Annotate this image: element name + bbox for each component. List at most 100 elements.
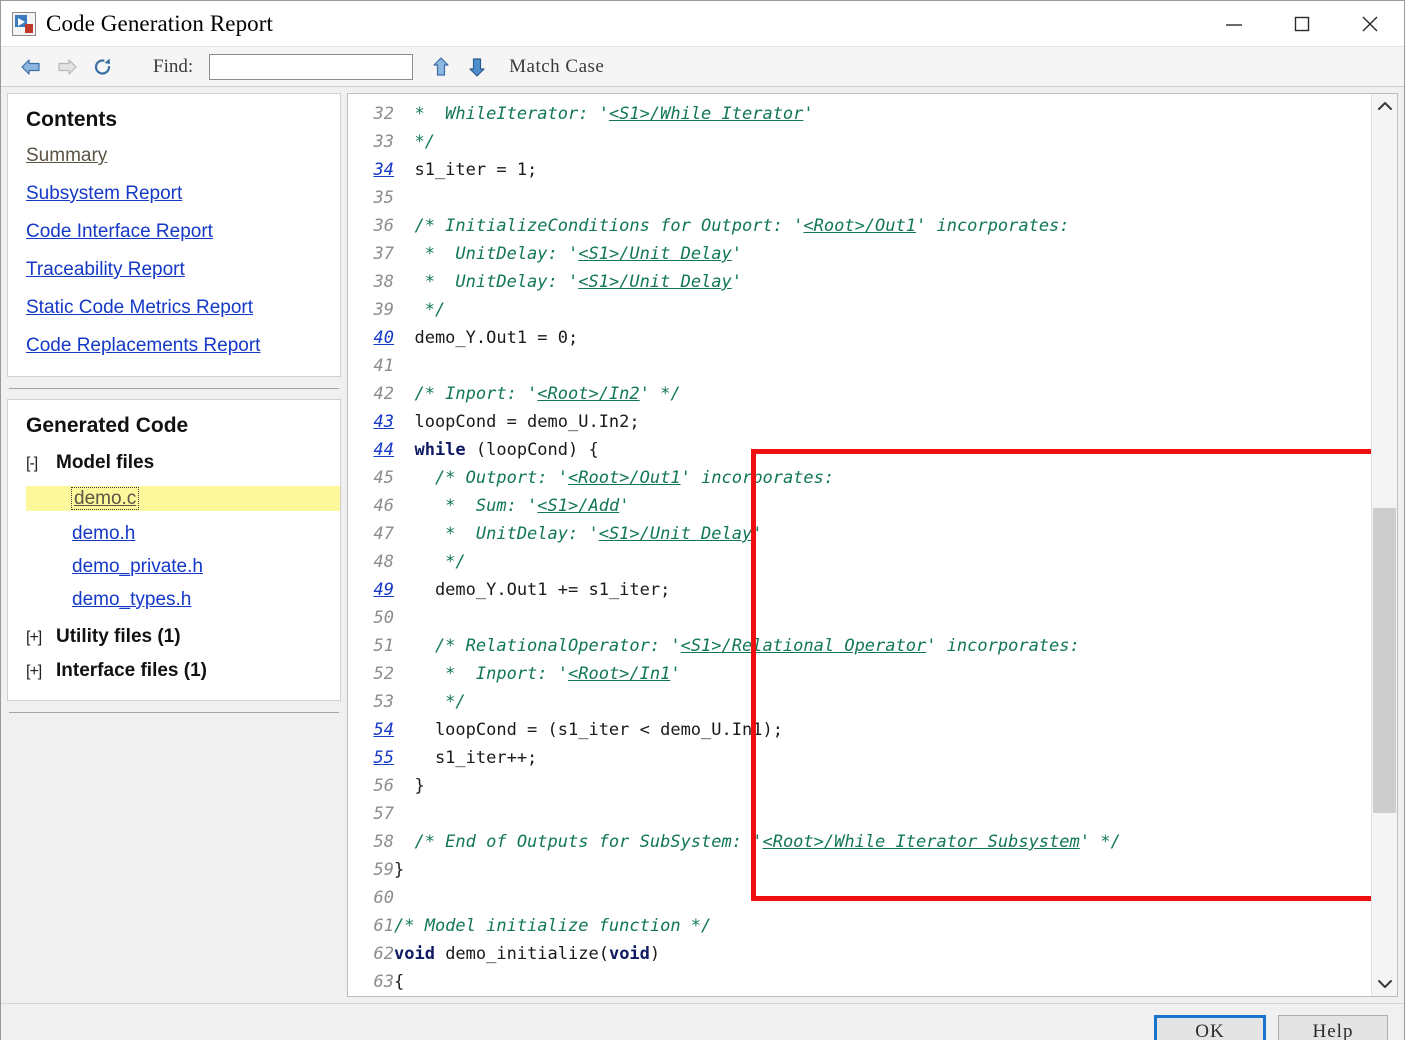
code-line-text: { (394, 968, 1371, 996)
comment-text: */ (394, 692, 466, 712)
maximize-icon[interactable] (1268, 1, 1336, 47)
file-link[interactable]: demo_private.h (72, 557, 203, 576)
help-button[interactable]: Help (1278, 1014, 1388, 1040)
code-line: 45 /* Outport: '<Root>/Out1' incorporate… (348, 464, 1371, 492)
line-number-link[interactable]: 55 (348, 744, 394, 772)
contents-link-list: Summary Subsystem Report Code Interface … (26, 146, 322, 356)
chevron-up-icon[interactable] (1372, 94, 1397, 118)
link-code-interface-report[interactable]: Code Interface Report (26, 222, 213, 241)
link-traceability-report[interactable]: Traceability Report (26, 260, 185, 279)
code-scroll-area[interactable]: 32 * WhileIterator: '<S1>/While Iterator… (348, 94, 1371, 996)
tree-item-demo-private-h[interactable]: demo_private.h (72, 557, 322, 577)
link-summary[interactable]: Summary (26, 146, 107, 165)
code-line-text: } (394, 772, 1371, 800)
block-path-link[interactable]: <S1>/Relational Operator (681, 636, 927, 656)
line-number: 51 (373, 636, 394, 656)
comment-text: /* Model initialize function */ (394, 916, 712, 936)
link-static-code-metrics-report[interactable]: Static Code Metrics Report (26, 298, 253, 317)
code-line-text: * UnitDelay: '<S1>/Unit Delay' (394, 268, 1371, 296)
tree-item-demo-h[interactable]: demo.h (72, 524, 322, 544)
search-input[interactable] (209, 53, 414, 80)
refresh-icon[interactable] (85, 52, 121, 82)
comment-text: ' (803, 104, 814, 124)
comment-text: * UnitDelay: ' (394, 524, 599, 544)
toolbar: Find: Match Case (1, 47, 1404, 87)
code-line: 62 void demo_initialize(void) (348, 940, 1371, 968)
arrow-down-icon[interactable] (459, 52, 495, 82)
line-number-link[interactable]: 49 (348, 576, 394, 604)
block-path-link[interactable]: <Root>/In2 (537, 384, 639, 404)
tree-item-demo-c[interactable]: demo.c (26, 486, 340, 511)
code-line: 57 (348, 800, 1371, 828)
line-number: 33 (373, 132, 394, 152)
block-path-link[interactable]: <S1>/Unit Delay (599, 524, 753, 544)
code-line: 60 (348, 884, 1371, 912)
tree-node-model-files[interactable]: [-] Model files (26, 452, 322, 474)
block-path-link[interactable]: <S1>/While Iterator (609, 104, 803, 124)
list-item: Traceability Report (26, 260, 322, 280)
link-subsystem-report[interactable]: Subsystem Report (26, 184, 182, 203)
keyword-token: while (394, 440, 466, 460)
comment-text: ' */ (639, 384, 681, 404)
vertical-scrollbar[interactable] (1371, 94, 1397, 996)
expand-toggle-icon[interactable]: [+] (26, 629, 56, 647)
line-number: 45 (373, 468, 394, 488)
arrow-up-icon[interactable] (423, 52, 459, 82)
tree-node-interface-files[interactable]: [+] Interface files (1) (26, 660, 322, 682)
line-number-link[interactable]: 43 (348, 408, 394, 436)
code-line: 63{ (348, 968, 1371, 996)
comment-text: ' */ (1079, 832, 1121, 852)
file-tree: [-] Model files demo.c demo.h demo_priva… (26, 452, 340, 682)
chevron-down-icon[interactable] (1372, 972, 1397, 996)
list-item: Subsystem Report (26, 184, 322, 204)
minimize-icon[interactable] (1200, 1, 1268, 47)
block-path-link[interactable]: <Root>/Out1 (803, 216, 916, 236)
forward-arrow-icon (49, 52, 85, 82)
code-token: s1_iter = 1; (394, 160, 538, 180)
line-number-link[interactable]: 40 (348, 324, 394, 352)
code-token: (loopCond) { (465, 440, 599, 460)
match-case-label[interactable]: Match Case (509, 56, 604, 78)
close-icon[interactable] (1336, 1, 1404, 47)
back-arrow-icon[interactable] (13, 52, 49, 82)
file-link[interactable]: demo.h (72, 524, 135, 543)
block-path-link[interactable]: <S1>/Add (537, 496, 619, 516)
line-number-link[interactable]: 54 (348, 716, 394, 744)
comment-text: * UnitDelay: ' (394, 244, 579, 264)
code-token: demo_initialize( (434, 944, 609, 964)
file-link[interactable]: demo_types.h (72, 590, 191, 609)
block-path-link[interactable]: <Root>/Out1 (568, 468, 681, 488)
line-number: 42 (373, 384, 394, 404)
block-path-link[interactable]: <Root>/While Iterator Subsystem (762, 832, 1079, 852)
line-number: 32 (373, 104, 394, 124)
ok-button[interactable]: OK (1154, 1014, 1266, 1040)
code-line-text: * UnitDelay: '<S1>/Unit Delay' (394, 520, 1371, 548)
line-number-link[interactable]: 44 (348, 436, 394, 464)
link-code-replacements-report[interactable]: Code Replacements Report (26, 336, 260, 355)
block-path-link[interactable]: <S1>/Unit Delay (578, 272, 732, 292)
contents-title: Contents (26, 108, 117, 131)
line-number: 41 (373, 356, 394, 376)
block-path-link[interactable]: <S1>/Unit Delay (578, 244, 732, 264)
window-controls (1200, 1, 1404, 47)
line-number: 46 (373, 496, 394, 516)
expand-toggle-icon[interactable]: [+] (26, 663, 56, 681)
code-line-text: } (394, 856, 1371, 884)
scrollbar-thumb[interactable] (1373, 508, 1396, 813)
contents-panel: Contents Summary Subsystem Report Code I… (7, 93, 341, 377)
collapse-toggle-icon[interactable]: [-] (26, 455, 56, 473)
code-line: 38 * UnitDelay: '<S1>/Unit Delay' (348, 268, 1371, 296)
line-number: 38 (373, 272, 394, 292)
tree-item-demo-types-h[interactable]: demo_types.h (72, 590, 322, 610)
code-line-text: demo_Y.Out1 = 0; (394, 324, 1371, 352)
code-token: ) (649, 944, 661, 964)
comment-text: ' (731, 244, 743, 264)
block-path-link[interactable]: <Root>/In1 (568, 664, 670, 684)
tree-node-utility-files[interactable]: [+] Utility files (1) (26, 626, 322, 648)
file-link[interactable]: demo.c (70, 487, 140, 510)
scrollbar-track[interactable] (1372, 118, 1397, 972)
line-number-link[interactable]: 34 (348, 156, 394, 184)
comment-text: ' (731, 272, 743, 292)
code-line: 55 s1_iter++; (348, 744, 1371, 772)
window-title: Code Generation Report (46, 10, 274, 36)
